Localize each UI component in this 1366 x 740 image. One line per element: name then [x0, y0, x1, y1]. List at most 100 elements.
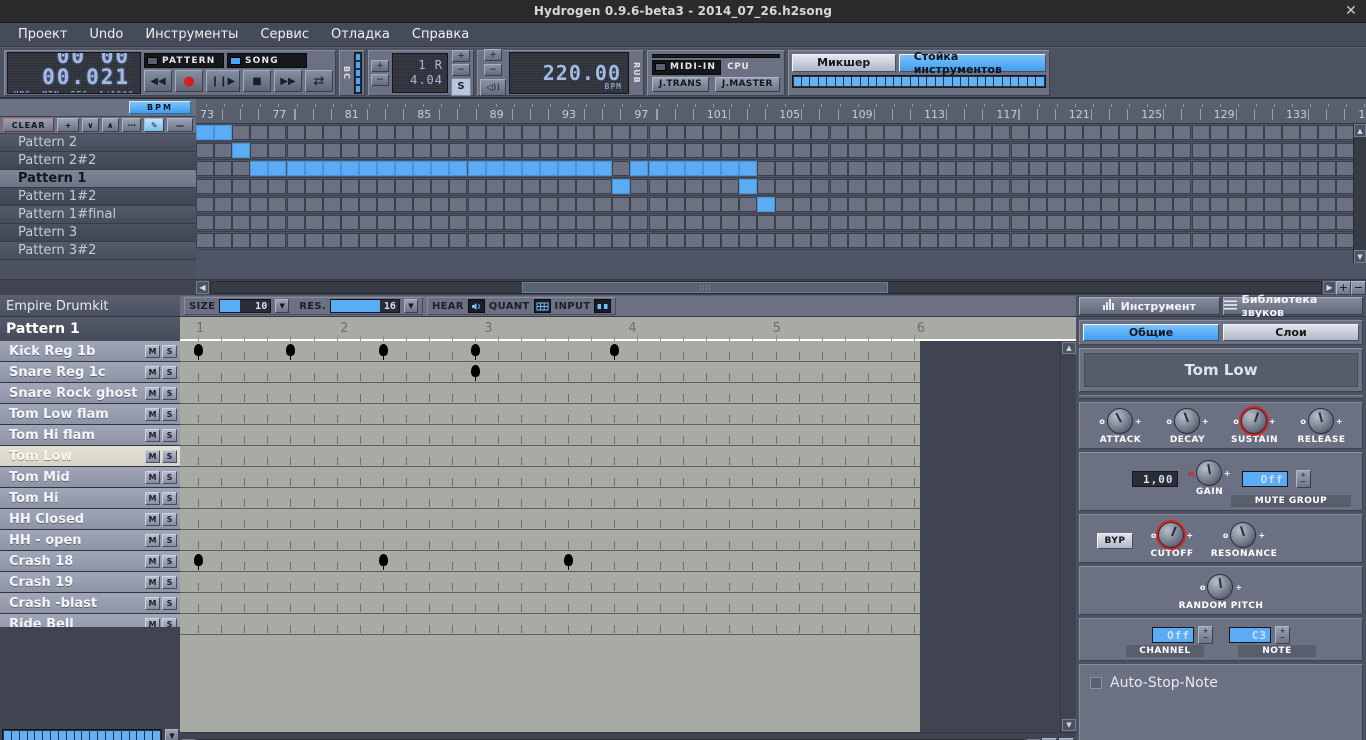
song-grid-cell[interactable] [666, 179, 685, 194]
song-grid-cell[interactable] [1082, 233, 1101, 248]
resolution-value-display[interactable]: 16 [329, 299, 400, 313]
song-grid-cell[interactable] [974, 179, 993, 194]
song-grid-cell[interactable] [666, 143, 685, 158]
song-grid-cell[interactable] [431, 233, 450, 248]
song-grid-cell[interactable] [214, 197, 233, 212]
song-grid-cell[interactable] [268, 125, 287, 140]
solo-button[interactable]: S [162, 512, 177, 526]
song-grid-cell[interactable] [1137, 125, 1156, 140]
song-grid-cell[interactable] [920, 233, 938, 248]
song-grid-cell[interactable] [1300, 179, 1319, 194]
song-grid-cell[interactable] [666, 197, 685, 212]
song-grid-cell[interactable] [1119, 161, 1138, 176]
song-grid-cell[interactable] [1245, 161, 1264, 176]
song-grid-cell[interactable] [413, 125, 432, 140]
song-grid-cell[interactable] [431, 161, 450, 176]
song-grid-cell[interactable] [793, 197, 812, 212]
song-grid-cell[interactable] [920, 143, 938, 158]
song-grid-cell[interactable] [612, 125, 631, 140]
song-grid-cell[interactable] [250, 179, 269, 194]
instrument-row[interactable]: Snare Reg 1c M S [0, 362, 180, 383]
song-grid-cell[interactable] [648, 161, 667, 176]
song-grid-cell[interactable] [558, 197, 576, 212]
song-grid[interactable] [196, 124, 1366, 279]
song-grid-row[interactable] [196, 124, 1366, 142]
mute-button[interactable]: M [145, 407, 160, 421]
song-grid-cell[interactable] [539, 143, 558, 158]
song-grid-cell[interactable] [1028, 143, 1047, 158]
song-grid-cell[interactable] [1209, 143, 1228, 158]
song-grid-row[interactable] [196, 196, 1366, 214]
song-grid-cell[interactable] [938, 179, 957, 194]
song-grid-cell[interactable] [720, 125, 739, 140]
pattern-list-item[interactable]: Pattern 1#final [0, 206, 196, 224]
song-grid-cell[interactable] [304, 161, 323, 176]
song-grid-cell[interactable] [847, 215, 866, 230]
song-grid-cell[interactable] [431, 179, 450, 194]
note-grid-row[interactable] [180, 530, 920, 551]
instrument-row[interactable]: Crash 18 M S [0, 551, 180, 572]
song-grid-cell[interactable] [847, 125, 866, 140]
song-grid-cell[interactable] [268, 161, 287, 176]
random-pitch-knob[interactable] [1207, 574, 1234, 600]
song-grid-cell[interactable] [1191, 125, 1210, 140]
note-grid-row[interactable] [180, 467, 920, 488]
song-grid-cell[interactable] [467, 179, 486, 194]
note-grid-row[interactable] [180, 488, 920, 509]
song-grid-cell[interactable] [938, 125, 957, 140]
solo-button[interactable]: S [162, 428, 177, 442]
song-grid-cell[interactable] [1173, 143, 1192, 158]
song-grid-cell[interactable] [358, 197, 377, 212]
mute-button[interactable]: M [145, 386, 160, 400]
song-grid-cell[interactable] [901, 233, 920, 248]
mixer-button[interactable]: Микшер [791, 53, 896, 72]
note-value-display[interactable]: C3 [1229, 627, 1271, 643]
mute-button[interactable]: M [145, 365, 160, 379]
song-grid-cell[interactable] [377, 233, 395, 248]
note-scroll-down-icon[interactable]: ▼ [1062, 719, 1076, 731]
tab-instrument[interactable]: Инструмент [1079, 297, 1220, 315]
song-grid-cell[interactable] [829, 197, 848, 212]
pattern-list-item[interactable]: Pattern 3 [0, 224, 196, 242]
song-grid-cell[interactable] [757, 161, 776, 176]
toggle-general[interactable]: Общие [1083, 324, 1219, 341]
size-value-display[interactable]: 10 [219, 299, 272, 313]
song-grid-cell[interactable] [449, 215, 468, 230]
song-grid-cell[interactable] [901, 197, 920, 212]
song-grid-cell[interactable] [1227, 143, 1246, 158]
song-grid-cell[interactable] [1318, 143, 1337, 158]
song-grid-cell[interactable] [992, 161, 1011, 176]
sustain-knob[interactable] [1240, 408, 1267, 434]
song-grid-cell[interactable] [1082, 125, 1101, 140]
song-grid-cell[interactable] [829, 215, 848, 230]
song-grid-cell[interactable] [395, 179, 414, 194]
song-grid-cell[interactable] [304, 197, 323, 212]
close-icon[interactable]: ✕ [1342, 2, 1360, 20]
mute-button[interactable]: M [145, 512, 160, 526]
song-grid-cell[interactable] [666, 215, 685, 230]
song-grid-cell[interactable] [1046, 143, 1065, 158]
song-grid-cell[interactable] [1191, 179, 1210, 194]
song-grid-cell[interactable] [1318, 233, 1337, 248]
song-ruler[interactable]: 73 77 81 85 89 93 97 101 105 109 113 117 121 125 129 13… [196, 99, 1366, 124]
song-grid-cell[interactable] [377, 197, 395, 212]
song-grid-cell[interactable] [395, 215, 414, 230]
solo-button[interactable]: S [162, 596, 177, 610]
song-grid-cell[interactable] [1010, 125, 1029, 140]
menu-item-undo[interactable]: Undo [79, 24, 133, 45]
song-grid-cell[interactable] [1155, 233, 1174, 248]
instrument-row[interactable]: Tom Low flam M S [0, 404, 180, 425]
song-grid-cell[interactable] [1263, 197, 1282, 212]
song-grid-cell[interactable] [1010, 197, 1029, 212]
song-grid-cell[interactable] [666, 161, 685, 176]
song-grid-cell[interactable] [250, 161, 269, 176]
song-grid-cell[interactable] [992, 179, 1011, 194]
song-grid-cell[interactable] [847, 233, 866, 248]
song-grid-cell[interactable] [1082, 197, 1101, 212]
song-grid-cell[interactable] [395, 143, 414, 158]
song-grid-cell[interactable] [847, 143, 866, 158]
song-grid-cell[interactable] [449, 179, 468, 194]
song-grid-cell[interactable] [485, 125, 504, 140]
song-grid-cell[interactable] [576, 197, 595, 212]
note-marker[interactable] [378, 344, 388, 360]
